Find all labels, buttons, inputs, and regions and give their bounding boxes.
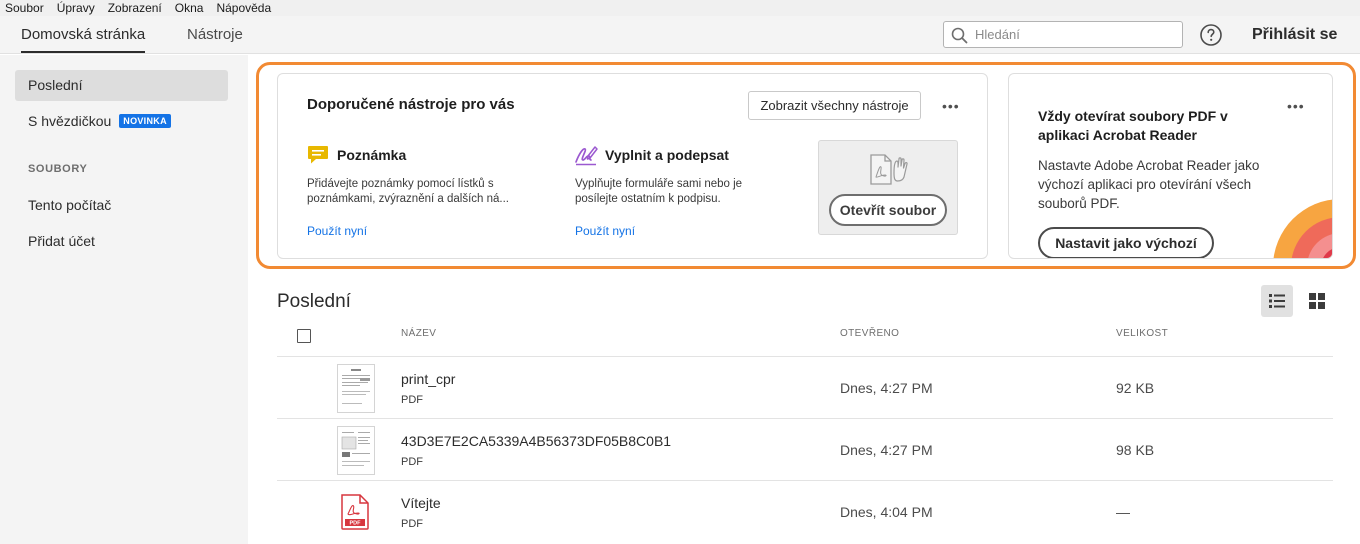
sidebar: Poslední S hvězdičkou NOVINKA SOUBORY Ten… <box>0 55 248 544</box>
files-section-header: SOUBORY <box>28 163 88 175</box>
file-size: 92 KB <box>1116 380 1155 396</box>
column-header-size[interactable]: VELIKOST <box>1116 328 1168 339</box>
list-view-icon <box>1269 294 1285 308</box>
sidebar-item-recent[interactable]: Poslední <box>15 70 228 101</box>
menu-bar: Soubor Úpravy Zobrazení Okna Nápověda <box>0 0 1360 16</box>
select-all-checkbox[interactable] <box>297 329 311 343</box>
sidebar-item-label: Poslední <box>28 77 83 93</box>
highlight-outline <box>256 62 1356 269</box>
menu-zobrazeni[interactable]: Zobrazení <box>102 0 169 16</box>
sidebar-item-starred[interactable]: S hvězdičkou NOVINKA <box>15 106 228 137</box>
menu-soubor[interactable]: Soubor <box>0 0 51 16</box>
file-thumbnail <box>337 426 375 475</box>
recent-section-title: Poslední <box>277 291 351 312</box>
sidebar-item-label: Tento počítač <box>28 197 112 213</box>
file-thumbnail <box>337 364 375 413</box>
pdf-file-icon: PDF <box>341 494 369 530</box>
tab-tools[interactable]: Nástroje <box>187 16 243 54</box>
menu-okna[interactable]: Okna <box>169 0 211 16</box>
file-opened-time: Dnes, 4:04 PM <box>840 504 933 520</box>
grid-view-icon <box>1309 293 1325 309</box>
sidebar-item-label: Přidat účet <box>28 233 95 249</box>
search-box[interactable] <box>943 21 1183 48</box>
list-view-button[interactable] <box>1261 285 1293 317</box>
search-icon <box>951 27 968 44</box>
sign-in-button[interactable]: Přihlásit se <box>1252 16 1337 54</box>
file-size: 98 KB <box>1116 442 1155 458</box>
table-row[interactable]: PDF Vítejte PDF Dnes, 4:04 PM — <box>277 480 1333 542</box>
tab-home[interactable]: Domovská stránka <box>21 16 146 54</box>
file-type: PDF <box>401 518 423 530</box>
menu-napoveda[interactable]: Nápověda <box>210 0 278 16</box>
table-row[interactable]: print_cpr PDF Dnes, 4:27 PM 92 KB <box>277 356 1333 418</box>
column-header-name[interactable]: NÁZEV <box>401 328 436 339</box>
file-name: 43D3E7E2CA5339A4B56373DF05B8C0B1 <box>401 433 672 449</box>
file-size: — <box>1116 504 1130 520</box>
file-opened-time: Dnes, 4:27 PM <box>840 380 933 396</box>
file-type: PDF <box>401 456 423 468</box>
grid-view-button[interactable] <box>1301 285 1333 317</box>
sidebar-item-add-account[interactable]: Přidat účet <box>15 226 228 257</box>
svg-text:PDF: PDF <box>350 521 362 527</box>
file-type: PDF <box>401 394 423 406</box>
table-row[interactable]: 43D3E7E2CA5339A4B56373DF05B8C0B1 PDF Dne… <box>277 418 1333 480</box>
sidebar-item-this-computer[interactable]: Tento počítač <box>15 190 228 221</box>
new-badge: NOVINKA <box>119 114 171 128</box>
search-input[interactable] <box>975 24 1175 45</box>
file-name: Vítejte <box>401 495 441 511</box>
file-name: print_cpr <box>401 371 456 387</box>
file-opened-time: Dnes, 4:27 PM <box>840 442 933 458</box>
menu-upravy[interactable]: Úpravy <box>51 0 102 16</box>
sidebar-item-label: S hvězdičkou <box>28 113 112 129</box>
top-navigation: Domovská stránka Nástroje Přihlásit se <box>0 16 1360 54</box>
column-header-opened[interactable]: OTEVŘENO <box>840 328 899 339</box>
help-icon[interactable] <box>1199 23 1223 47</box>
